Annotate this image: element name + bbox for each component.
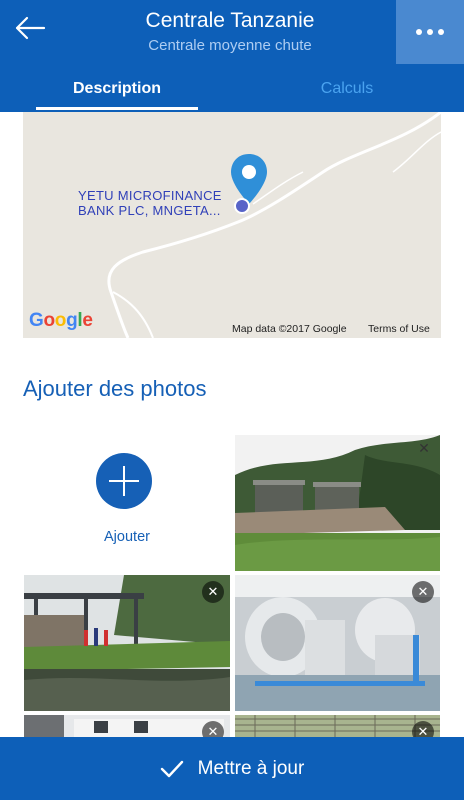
- remove-photo-button[interactable]: ✕: [202, 581, 224, 603]
- page-subtitle: Centrale moyenne chute: [148, 37, 312, 54]
- update-button[interactable]: Mettre à jour: [0, 737, 464, 800]
- remove-photo-button[interactable]: ✕: [412, 581, 434, 603]
- more-horizontal-icon: [427, 29, 433, 35]
- photo-image: [235, 435, 440, 571]
- back-button[interactable]: [10, 10, 50, 46]
- map-roads: [107, 112, 441, 338]
- tab-bar: Description Calculs: [0, 72, 464, 112]
- tab-calculs[interactable]: Calculs: [270, 72, 424, 112]
- app-screen: Centrale Tanzanie Centrale moyenne chute…: [0, 0, 464, 800]
- photo-thumbnail[interactable]: ✕: [235, 575, 440, 711]
- map-terms-link[interactable]: Terms of Use: [368, 323, 430, 335]
- google-logo: Google: [29, 310, 93, 331]
- photo-image: [235, 575, 440, 711]
- location-map[interactable]: YETU MICROFINANCE BANK PLC, MNGETA... Go…: [23, 112, 441, 338]
- plus-icon: [96, 453, 152, 509]
- photo-thumbnail[interactable]: ✕: [24, 715, 230, 737]
- photo-thumbnail[interactable]: ✕: [235, 435, 440, 571]
- location-pin-icon[interactable]: [228, 152, 270, 208]
- arrow-left-icon: [15, 16, 46, 40]
- more-options-button[interactable]: [396, 0, 464, 64]
- photo-thumbnail[interactable]: ✕: [235, 715, 440, 737]
- more-horizontal-icon: [438, 29, 444, 35]
- photo-image: [24, 715, 230, 737]
- photo-image: [235, 715, 440, 737]
- remove-photo-button[interactable]: ✕: [416, 440, 432, 456]
- header-bar: Centrale Tanzanie Centrale moyenne chute…: [0, 0, 464, 112]
- map-attribution: Map data ©2017 Google: [232, 323, 347, 335]
- photo-thumbnail[interactable]: ✕: [24, 575, 230, 711]
- check-icon: [160, 760, 183, 777]
- add-photo-label: Ajouter: [104, 529, 150, 545]
- map-place-label: YETU MICROFINANCE BANK PLC, MNGETA...: [78, 188, 222, 218]
- update-button-label: Mettre à jour: [197, 757, 305, 779]
- title-block: Centrale Tanzanie Centrale moyenne chute: [80, 8, 380, 56]
- page-title: Centrale Tanzanie: [145, 9, 315, 32]
- remove-photo-button[interactable]: ✕: [202, 721, 224, 737]
- add-photo-button[interactable]: Ajouter: [24, 435, 230, 571]
- photo-image: [24, 575, 230, 711]
- remove-photo-button[interactable]: ✕: [412, 721, 434, 737]
- tab-description[interactable]: Description: [36, 72, 198, 110]
- more-horizontal-icon: [416, 29, 422, 35]
- photos-section-title: Ajouter des photos: [23, 376, 207, 401]
- bank-icon: [234, 198, 250, 214]
